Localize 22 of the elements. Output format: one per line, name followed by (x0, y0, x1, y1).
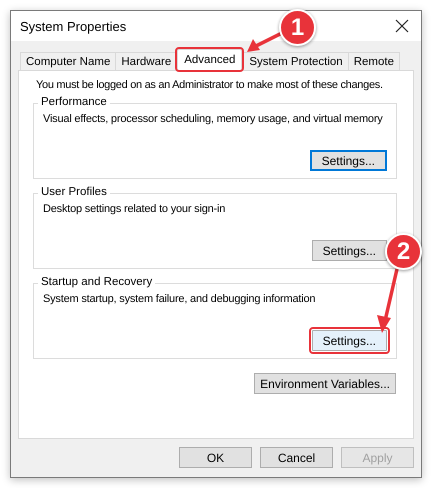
group-title: Startup and Recovery (38, 276, 156, 288)
callout-arrow (247, 31, 283, 53)
settings-button[interactable]: Settings... (312, 330, 387, 351)
callout-arrow (377, 267, 401, 333)
settings-button[interactable]: Settings... (310, 150, 387, 171)
admin-notice: You must be logged on as an Administrator to make most of these changes. (36, 79, 384, 91)
group-title: Performance (38, 96, 110, 108)
group-title: User Profiles (38, 186, 110, 198)
tab[interactable]: Remote (348, 52, 400, 70)
tab[interactable]: Advanced (177, 49, 242, 70)
group-description: System startup, system failure, and debugging information (43, 293, 316, 305)
group-description: Visual effects, processor scheduling, memory usage, and virtual memory (43, 113, 384, 125)
settings-button[interactable]: Settings... (312, 240, 387, 261)
close-icon (395, 19, 409, 33)
tab[interactable]: System Protection (243, 52, 349, 70)
tab[interactable]: Computer Name (20, 52, 116, 70)
step-badge: 1 (279, 9, 316, 46)
group-description: Desktop settings related to your sign-in (43, 203, 226, 215)
window-title: System Properties (20, 18, 126, 34)
dialog-button[interactable]: Cancel (260, 447, 333, 468)
environment-variables-button[interactable]: Environment Variables... (254, 373, 396, 394)
dialog-button[interactable]: OK (179, 447, 252, 468)
